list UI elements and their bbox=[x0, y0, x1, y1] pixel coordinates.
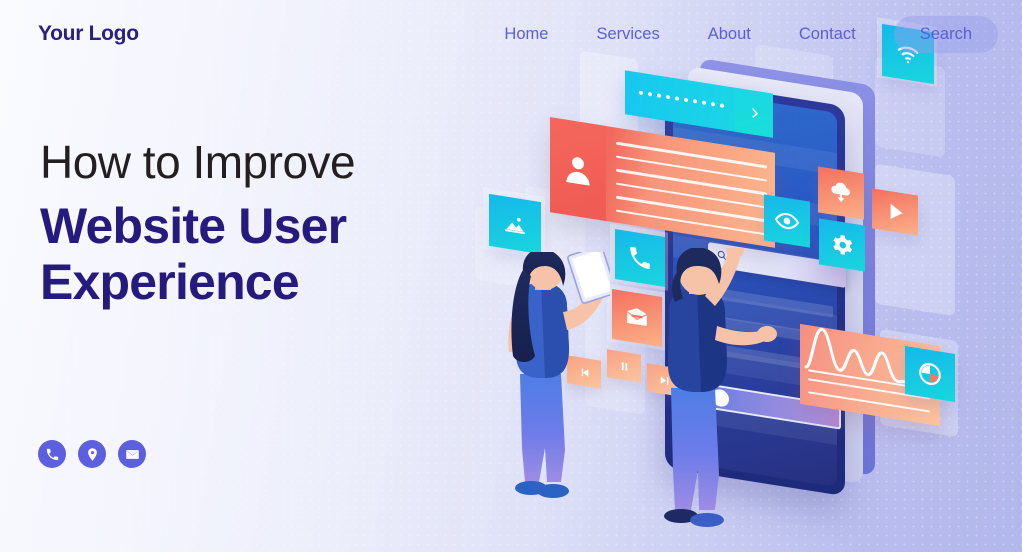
ghost-panel bbox=[875, 163, 955, 317]
social-email[interactable] bbox=[118, 440, 146, 468]
tile-gear[interactable] bbox=[819, 218, 865, 272]
gear-icon bbox=[833, 235, 853, 255]
nav-services[interactable]: Services bbox=[572, 17, 683, 52]
phone-icon bbox=[46, 448, 58, 460]
landing-page: Your Logo Home Services About Contact Se… bbox=[0, 0, 1022, 552]
phone-icon bbox=[630, 246, 650, 270]
tile-eye[interactable] bbox=[764, 194, 810, 248]
search-button[interactable]: Search bbox=[893, 15, 998, 53]
tile-pie-chart[interactable] bbox=[905, 346, 955, 402]
user-icon bbox=[566, 156, 590, 186]
pause-icon bbox=[621, 361, 627, 371]
password-masked-value bbox=[639, 90, 724, 108]
media-pause-button[interactable] bbox=[607, 349, 641, 383]
tile-image[interactable] bbox=[489, 193, 541, 255]
eye-icon bbox=[774, 212, 800, 230]
tile-cloud-download[interactable] bbox=[818, 166, 864, 220]
nav-home[interactable]: Home bbox=[480, 17, 572, 52]
woman-illustration bbox=[508, 252, 610, 498]
pie-chart-icon bbox=[919, 363, 941, 385]
location-icon bbox=[87, 447, 97, 461]
mail-icon bbox=[627, 308, 647, 327]
headline-line-2: Website User bbox=[40, 197, 347, 254]
cloud-download-icon bbox=[831, 182, 850, 203]
person-woman bbox=[495, 252, 610, 514]
avatar bbox=[550, 117, 606, 222]
email-icon bbox=[125, 449, 139, 459]
person-man bbox=[653, 248, 783, 538]
image-icon bbox=[505, 217, 525, 235]
man-illustration bbox=[664, 248, 777, 527]
site-logo[interactable]: Your Logo bbox=[38, 22, 139, 46]
tile-play[interactable] bbox=[872, 188, 918, 236]
chevron-right-icon bbox=[751, 107, 758, 118]
social-phone[interactable] bbox=[38, 440, 66, 468]
nav-about[interactable]: About bbox=[684, 17, 775, 52]
hero-heading: How to Improve Website User Experience bbox=[40, 136, 356, 310]
social-location[interactable] bbox=[78, 440, 106, 468]
nav-contact[interactable]: Contact bbox=[775, 17, 880, 52]
password-submit-button[interactable] bbox=[735, 87, 773, 138]
headline-line-3: Experience bbox=[40, 253, 300, 310]
social-links bbox=[38, 440, 146, 468]
play-icon bbox=[890, 203, 903, 219]
hero-illustration bbox=[455, 0, 1022, 552]
site-header: Your Logo Home Services About Contact Se… bbox=[0, 0, 1022, 68]
headline-line-1: How to Improve bbox=[40, 136, 356, 188]
main-navigation: Home Services About Contact Search bbox=[480, 15, 998, 53]
